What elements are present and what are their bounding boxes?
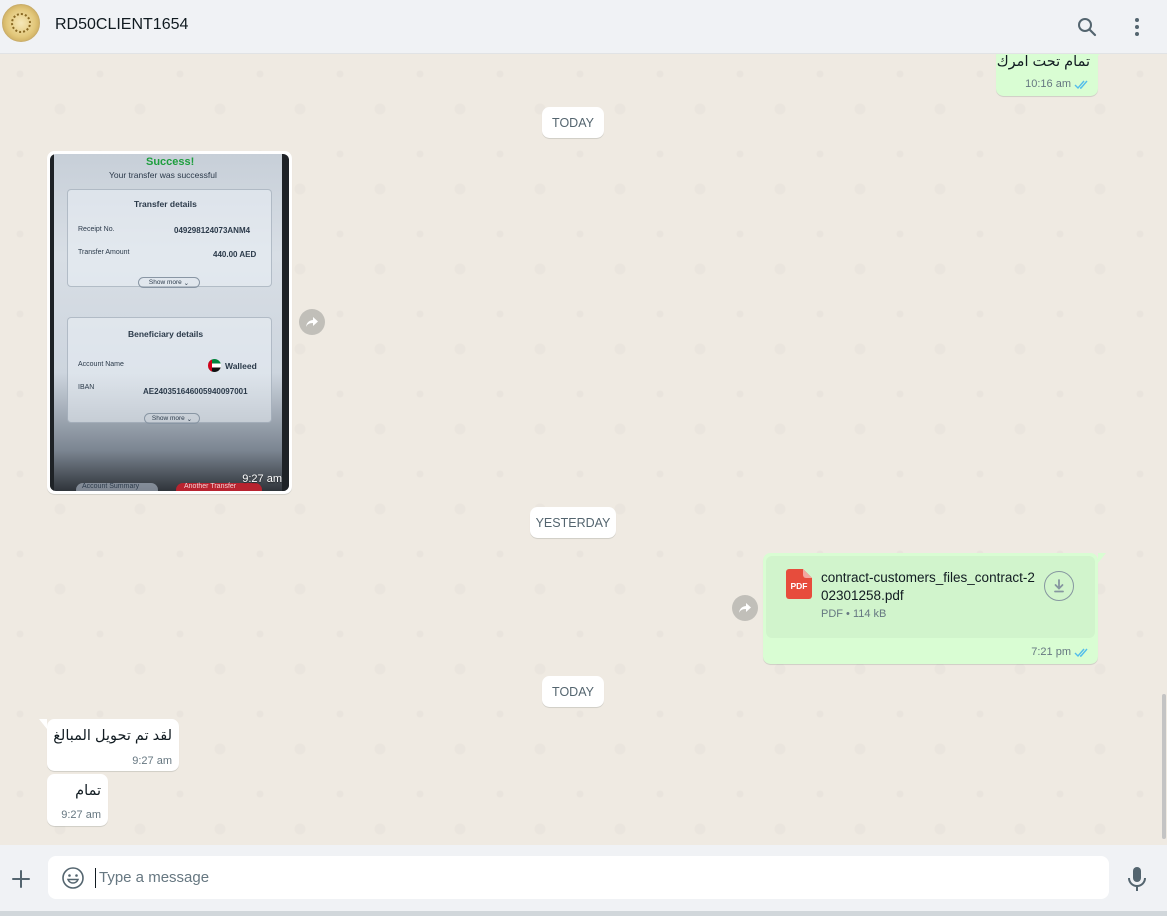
document-message[interactable]: PDF contract-customers_files_contract-20… [763,553,1106,664]
document-filename: contract-customers_files_contract-202301… [821,570,1035,603]
message-text: تمام تحت امرك [996,54,1090,70]
message-input[interactable] [99,856,1089,899]
scrollbar-thumb[interactable] [1162,694,1166,839]
forward-icon[interactable] [299,309,325,335]
document-meta: PDF • 114 kB [821,608,887,620]
text-caret [95,868,96,888]
attach-plus-icon[interactable] [8,866,34,892]
document-card[interactable]: PDF contract-customers_files_contract-20… [766,556,1095,638]
double-check-icon [1074,648,1088,657]
message-list[interactable]: تمام تحت امرك 10:16 am TODAY Success! Yo… [0,54,1167,845]
message-time: 10:16 am [1025,78,1071,90]
message-incoming[interactable]: تمام 9:27 am [47,774,108,826]
pdf-icon-label: PDF [790,581,808,591]
uae-flag-icon [208,359,221,372]
show-more-pill: Show more ⌄ [138,277,200,288]
message-input-box[interactable] [48,856,1109,899]
show-more-pill: Show more ⌄ [144,413,200,424]
message-incoming[interactable]: لقد تم تحويل المبالغ 9:27 am [39,719,179,771]
double-check-icon [1074,80,1088,89]
date-separator: TODAY [542,107,604,138]
composer [0,845,1167,916]
microphone-icon[interactable] [1125,866,1149,892]
message-time: 9:27 am [61,809,101,821]
forward-icon[interactable] [732,595,758,621]
contact-name[interactable]: RD50CLIENT1654 [55,16,188,34]
message-text: لقد تم تحويل المبالغ [53,728,172,744]
message-meta: 7:21 pm [1031,646,1090,658]
chat-header: RD50CLIENT1654 [0,0,1167,54]
transfer-receipt-photo[interactable]: Success! Your transfer was successful Tr… [50,154,289,491]
message-text: تمام [75,783,101,799]
message-time: 9:27 am [132,755,172,767]
download-icon[interactable] [1044,571,1074,601]
emoji-icon[interactable] [61,866,85,890]
date-separator: TODAY [542,676,604,707]
contact-avatar[interactable] [2,4,40,42]
menu-icon[interactable] [1123,13,1151,41]
message-outgoing[interactable]: تمام تحت امرك 10:16 am [996,54,1106,96]
message-time: 7:21 pm [1031,646,1071,658]
image-message[interactable]: Success! Your transfer was successful Tr… [47,151,292,494]
search-icon[interactable] [1073,13,1101,41]
bottom-bar [0,911,1167,916]
date-separator: YESTERDAY [530,507,616,538]
scrollbar[interactable] [1161,54,1167,845]
message-time: 9:27 am [242,473,282,485]
message-meta: 10:16 am [1025,78,1090,90]
